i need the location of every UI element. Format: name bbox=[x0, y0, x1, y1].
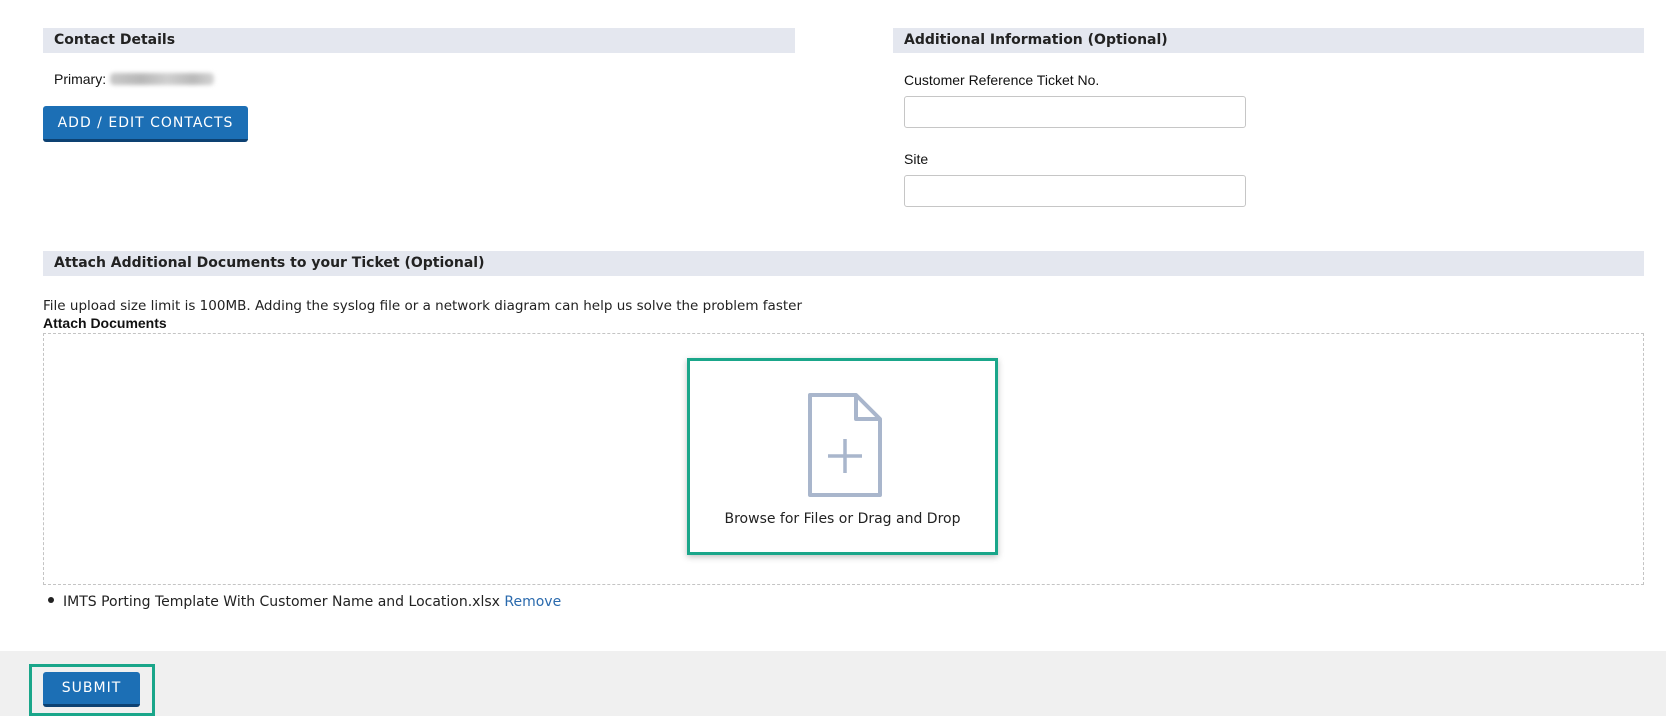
bullet bbox=[48, 597, 54, 603]
customer-ref-input[interactable] bbox=[904, 96, 1246, 128]
upload-size-note: File upload size limit is 100MB. Adding … bbox=[43, 298, 803, 314]
primary-contact-value-redacted bbox=[110, 73, 215, 85]
primary-label: Primary: bbox=[54, 71, 107, 87]
primary-contact: Primary: bbox=[54, 71, 215, 87]
attached-file-name: IMTS Porting Template With Customer Name… bbox=[63, 594, 500, 610]
submit-button[interactable]: SUBMIT bbox=[43, 672, 140, 707]
file-plus-icon bbox=[808, 393, 882, 497]
contact-details-header: Contact Details bbox=[43, 28, 795, 53]
list-item: IMTS Porting Template With Customer Name… bbox=[48, 594, 561, 610]
contact-details-title: Contact Details bbox=[54, 32, 176, 48]
add-edit-contacts-button[interactable]: ADD / EDIT CONTACTS bbox=[43, 106, 248, 142]
browse-files-button[interactable]: Browse for Files or Drag and Drop bbox=[687, 358, 998, 555]
site-label: Site bbox=[904, 151, 929, 167]
remove-file-link[interactable]: Remove bbox=[504, 594, 561, 610]
attached-files-list: IMTS Porting Template With Customer Name… bbox=[48, 594, 561, 610]
attachments-header: Attach Additional Documents to your Tick… bbox=[43, 251, 1644, 276]
attach-documents-label: Attach Documents bbox=[43, 315, 167, 331]
attachments-title: Attach Additional Documents to your Tick… bbox=[54, 255, 485, 271]
additional-info-header: Additional Information (Optional) bbox=[893, 28, 1644, 53]
site-input[interactable] bbox=[904, 175, 1246, 207]
form-footer bbox=[0, 651, 1666, 716]
customer-ref-label: Customer Reference Ticket No. bbox=[904, 72, 1100, 88]
additional-info-title: Additional Information (Optional) bbox=[904, 32, 1168, 48]
browse-files-label: Browse for Files or Drag and Drop bbox=[724, 511, 961, 527]
